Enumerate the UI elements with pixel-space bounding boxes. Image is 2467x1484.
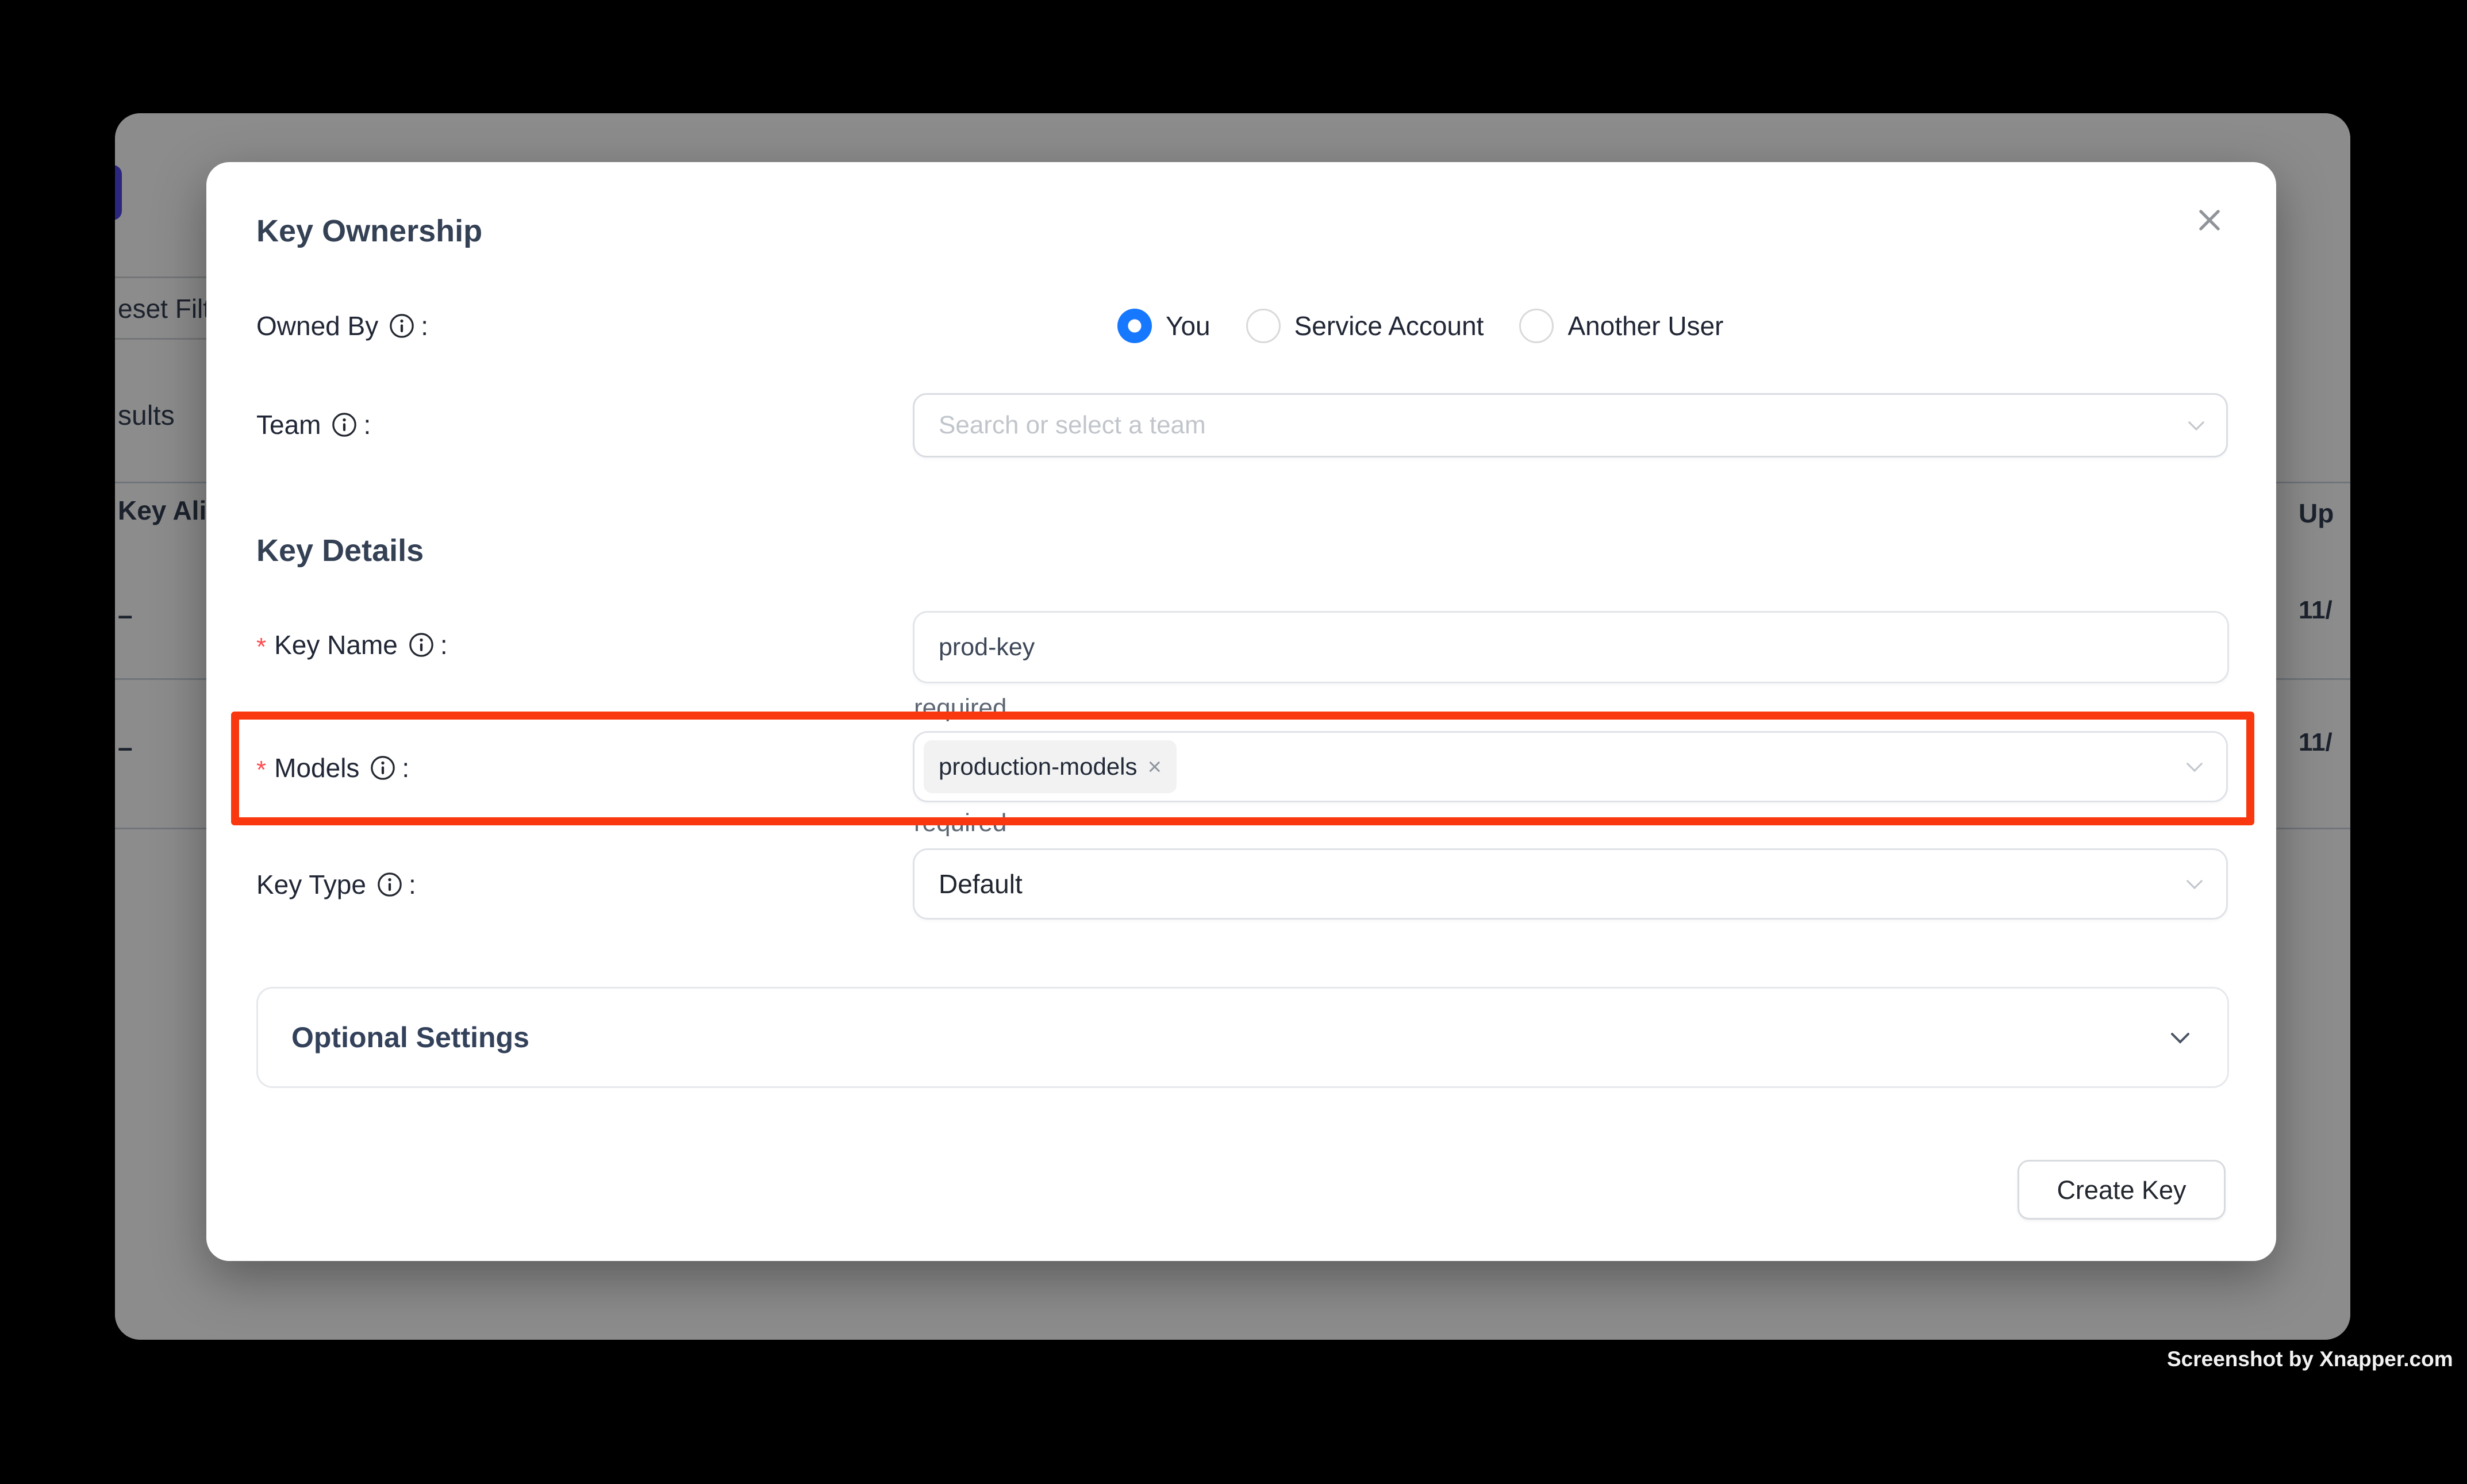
- key-name-input[interactable]: [913, 611, 2229, 683]
- screenshot-stage: eset Filt sults Key Alia Up – 11/ – 11/ …: [0, 0, 2467, 1484]
- team-search-input[interactable]: [913, 393, 2228, 457]
- chevron-down-icon: [2182, 872, 2207, 896]
- owned-by-label: Owned By :: [256, 309, 428, 343]
- optional-settings-panel[interactable]: Optional Settings: [256, 987, 2229, 1088]
- key-type-label: Key Type :: [256, 867, 416, 902]
- tag-label: production-models: [939, 755, 1138, 779]
- colon: :: [409, 871, 416, 898]
- close-button[interactable]: [2185, 195, 2234, 245]
- key-name-field-wrap: [913, 611, 2229, 683]
- create-key-button[interactable]: Create Key: [2018, 1160, 2226, 1220]
- section-title-key-details: Key Details: [256, 535, 424, 566]
- chevron-down-icon: [2184, 413, 2208, 437]
- watermark-text: Screenshot by Xnapper.com: [2167, 1348, 2453, 1370]
- tag-remove-icon[interactable]: ×: [1148, 755, 1162, 779]
- info-icon[interactable]: [370, 755, 396, 781]
- owned-by-option-another-user[interactable]: Another User: [1519, 309, 1723, 343]
- models-select[interactable]: production-models ×: [913, 731, 2228, 802]
- create-key-modal: Key Ownership Owned By : You Service Acc…: [206, 162, 2276, 1261]
- team-label: Team :: [256, 407, 371, 442]
- chevron-down-icon: [2166, 1024, 2194, 1051]
- key-type-select[interactable]: Default: [913, 848, 2228, 920]
- info-icon[interactable]: [376, 871, 403, 898]
- key-name-label: * Key Name :: [256, 628, 448, 662]
- close-icon: [2195, 205, 2224, 235]
- team-select[interactable]: [913, 393, 2228, 457]
- info-icon[interactable]: [389, 313, 415, 339]
- colon: :: [402, 755, 409, 781]
- owned-by-radio-group: You Service Account Another User: [1117, 309, 1723, 343]
- colon: :: [363, 412, 371, 438]
- radio-unselected-icon: [1246, 309, 1281, 343]
- info-icon[interactable]: [408, 632, 435, 658]
- models-validation-text: required: [914, 810, 1006, 836]
- owned-by-option-you[interactable]: You: [1117, 309, 1211, 343]
- models-label: * Models :: [256, 751, 409, 785]
- info-icon[interactable]: [331, 412, 358, 438]
- owned-by-option-service-account[interactable]: Service Account: [1246, 309, 1484, 343]
- models-selected-tag: production-models ×: [924, 740, 1177, 793]
- key-name-validation-text: required: [914, 695, 1006, 721]
- radio-unselected-icon: [1519, 309, 1554, 343]
- key-type-value: Default: [939, 871, 1023, 897]
- chevron-down-icon: [2182, 755, 2207, 779]
- required-asterisk: *: [256, 758, 266, 783]
- optional-settings-title: Optional Settings: [291, 1023, 529, 1052]
- required-asterisk: *: [256, 635, 266, 660]
- colon: :: [440, 632, 448, 658]
- modal-title-key-ownership: Key Ownership: [256, 216, 482, 247]
- colon: :: [421, 313, 428, 339]
- radio-selected-icon: [1117, 309, 1152, 343]
